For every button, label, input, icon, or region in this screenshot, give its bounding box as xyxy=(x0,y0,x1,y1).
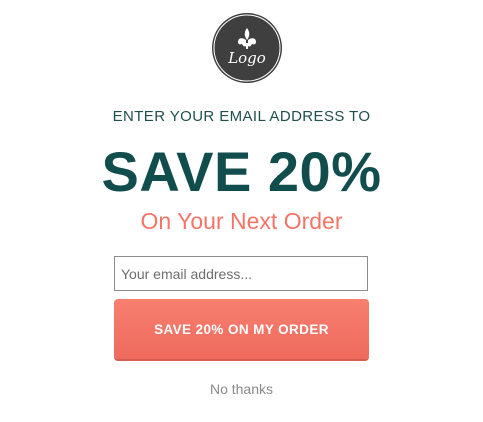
logo-wordmark: Logo xyxy=(227,49,266,67)
brand-logo: Logo xyxy=(212,13,282,83)
email-field[interactable] xyxy=(114,256,368,291)
save-20-percent-button[interactable]: SAVE 20% ON MY ORDER xyxy=(114,299,369,359)
offer-subhead: On Your Next Order xyxy=(140,208,343,234)
logo-text: Logo xyxy=(227,49,266,67)
offer-headline: SAVE 20% xyxy=(101,140,382,203)
no-thanks-link[interactable]: No thanks xyxy=(0,380,483,398)
offer-eyebrow: ENTER YOUR EMAIL ADDRESS TO xyxy=(112,108,371,125)
email-signup-popup: Logo ENTER YOUR EMAIL ADDRESS TO SAVE 20… xyxy=(0,0,483,422)
